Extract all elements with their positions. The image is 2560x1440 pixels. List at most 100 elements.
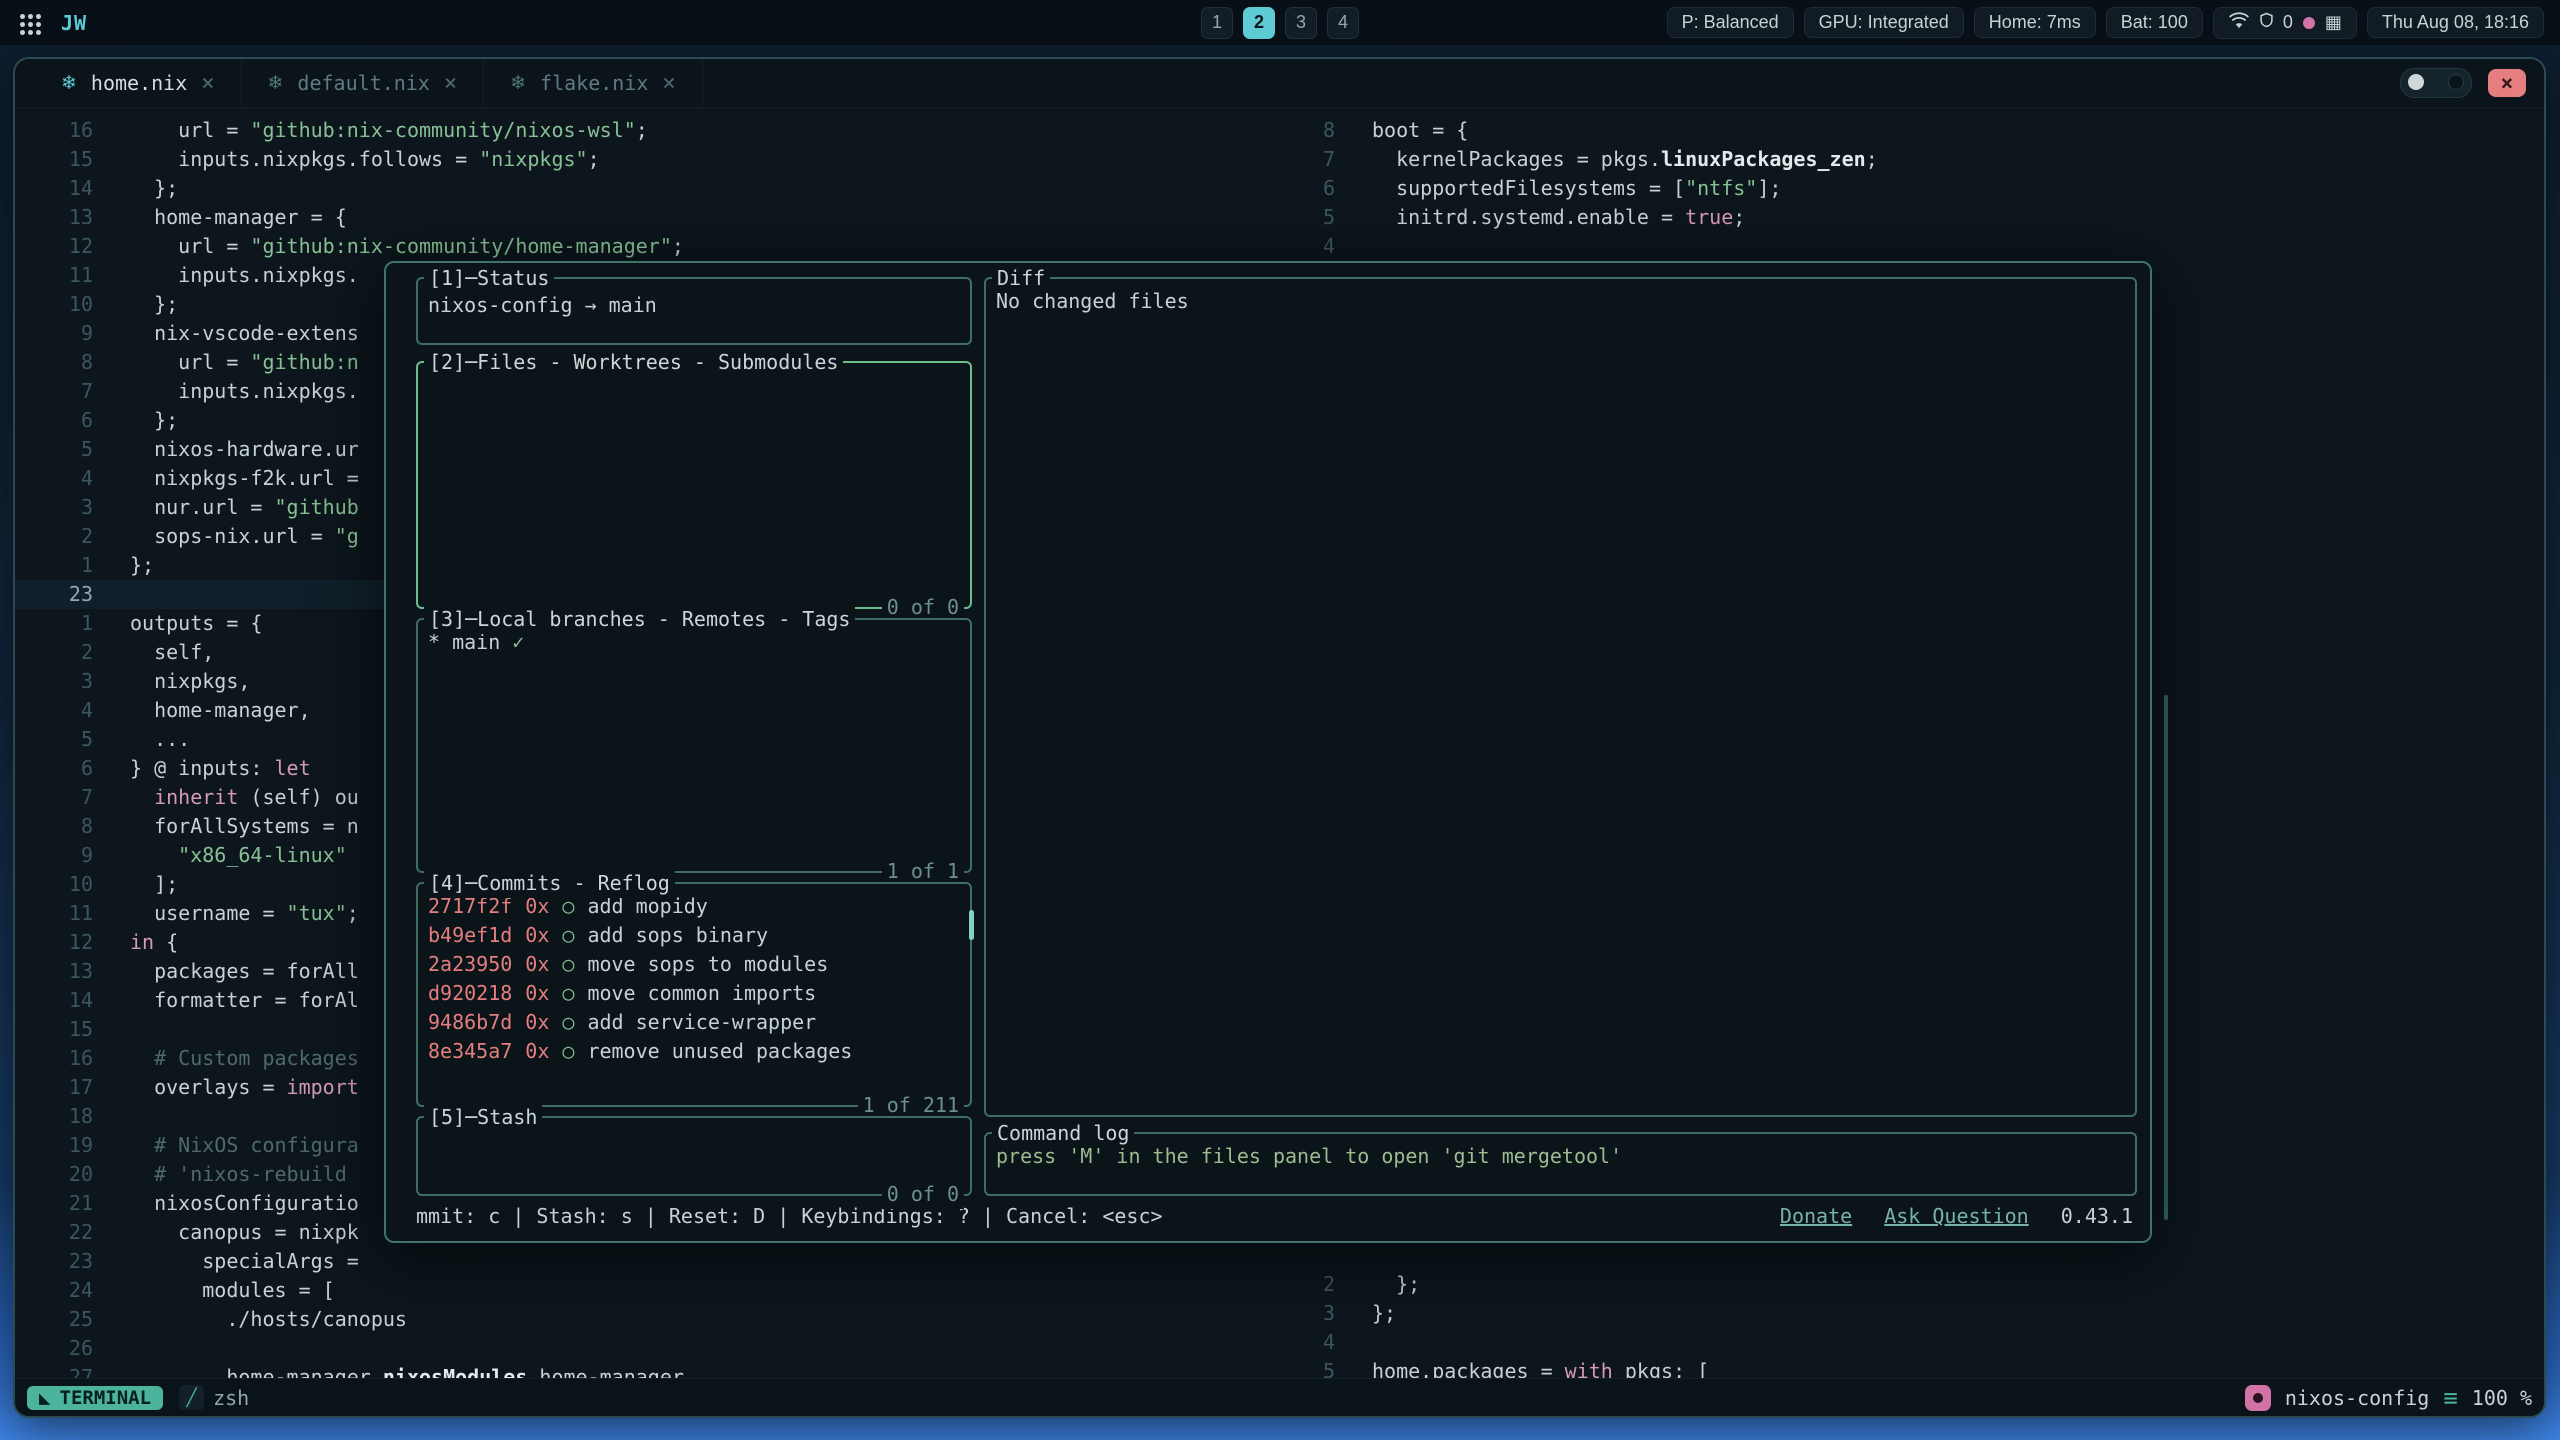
- ask-question-link[interactable]: Ask Question: [1884, 1204, 2029, 1228]
- donate-link[interactable]: Donate: [1780, 1204, 1852, 1228]
- workspace-3[interactable]: 3: [1285, 7, 1317, 39]
- mode-badge: ◣ TERMINAL: [27, 1386, 163, 1410]
- panel-branches-title: [3]─Local branches - Remotes - Tags: [424, 605, 855, 634]
- code-line[interactable]: 8boot = {: [1307, 116, 2544, 145]
- stash-count: 0 of 0: [882, 1180, 964, 1209]
- workspace-2[interactable]: 2: [1243, 7, 1275, 39]
- line-number: 8: [1307, 116, 1345, 145]
- mode-label: TERMINAL: [60, 1387, 152, 1409]
- line-number: 24: [15, 1276, 130, 1305]
- tab-default-nix[interactable]: ❄ default.nix ×: [242, 59, 485, 107]
- panel-diff-title: Diff: [992, 264, 1050, 293]
- lazygit-overlay: [1]─Status nixos-config → main [2]─Files…: [384, 261, 2152, 1243]
- tab-label: default.nix: [297, 71, 429, 95]
- panel-command-log-title: Command log: [992, 1119, 1134, 1148]
- line-number: 8: [15, 348, 130, 377]
- code-line[interactable]: 26: [15, 1334, 1307, 1363]
- line-number: 3: [15, 493, 130, 522]
- panel-commits[interactable]: [4]─Commits - Reflog 2717f2f0x○add mopid…: [416, 882, 972, 1107]
- power-profile[interactable]: P: Balanced: [1667, 7, 1794, 38]
- tab-home-nix[interactable]: ❄ home.nix ×: [35, 59, 242, 107]
- code-line[interactable]: 12 url = "github:nix-community/home-mana…: [15, 232, 1307, 261]
- line-number: 16: [15, 1044, 130, 1073]
- line-number: 13: [15, 957, 130, 986]
- panel-stash[interactable]: [5]─Stash 0 of 0: [416, 1116, 972, 1196]
- line-number: 1: [15, 551, 130, 580]
- line-number: 2: [15, 638, 130, 667]
- line-number: 1: [15, 609, 130, 638]
- toggle-off-dot: [2448, 74, 2464, 90]
- line-number: 6: [1307, 174, 1345, 203]
- panel-diff[interactable]: Diff No changed files: [984, 277, 2137, 1117]
- repo-icon: [2245, 1385, 2271, 1411]
- code-line[interactable]: 16 url = "github:nix-community/nixos-wsl…: [15, 116, 1307, 145]
- apps-grid-icon[interactable]: [20, 14, 25, 19]
- line-number: 11: [15, 261, 130, 290]
- panel-status-title: [1]─Status: [424, 264, 554, 293]
- line-number: [1307, 1241, 1345, 1270]
- commit-row[interactable]: 2a239500x○move sops to modules: [428, 950, 960, 979]
- code-line[interactable]: 15 inputs.nixpkgs.follows = "nixpkgs";: [15, 145, 1307, 174]
- shield-icon: [2260, 12, 2273, 33]
- lazygit-columns: [1]─Status nixos-config → main [2]─Files…: [416, 277, 2137, 1196]
- scroll-percent: 100 %: [2472, 1386, 2532, 1410]
- window-close-button[interactable]: ×: [2488, 69, 2526, 97]
- network-latency[interactable]: Home: 7ms: [1974, 7, 2096, 38]
- line-number: 4: [15, 464, 130, 493]
- commit-row[interactable]: d9202180x○move common imports: [428, 979, 960, 1008]
- code-line[interactable]: 4: [1307, 1328, 2544, 1357]
- window-mode-toggle[interactable]: [2400, 68, 2472, 98]
- tab-close-icon[interactable]: ×: [201, 71, 214, 96]
- tab-bar: ❄ home.nix × ❄ default.nix × ❄ flake.nix…: [15, 59, 2544, 108]
- commit-row[interactable]: 9486b7d0x○add service-wrapper: [428, 1008, 960, 1037]
- line-number: 17: [15, 1073, 130, 1102]
- panel-status[interactable]: [1]─Status nixos-config → main: [416, 277, 972, 345]
- tab-close-icon[interactable]: ×: [662, 71, 675, 96]
- tab-label: flake.nix: [540, 71, 648, 95]
- code-line[interactable]: 23 specialArgs =: [15, 1247, 1307, 1276]
- scrollbar-thumb[interactable]: [2164, 695, 2168, 1220]
- command-log-content: press 'M' in the files panel to open 'gi…: [986, 1134, 2135, 1179]
- shell-indicator: ╱ zsh: [179, 1385, 249, 1410]
- keyboard-grid-icon: ▦: [2325, 12, 2342, 33]
- workspace-4[interactable]: 4: [1327, 7, 1359, 39]
- code-line[interactable]: [1307, 1241, 2544, 1270]
- code-line[interactable]: 7 kernelPackages = pkgs.linuxPackages_ze…: [1307, 145, 2544, 174]
- tab-close-icon[interactable]: ×: [444, 71, 457, 96]
- commits-scrollbar[interactable]: [969, 910, 974, 940]
- line-number: 14: [15, 174, 130, 203]
- code-line[interactable]: 5 initrd.systemd.enable = true;: [1307, 203, 2544, 232]
- tab-flake-nix[interactable]: ❄ flake.nix ×: [484, 59, 703, 107]
- line-number: 26: [15, 1334, 130, 1363]
- system-tray[interactable]: 0 ▦: [2213, 7, 2357, 39]
- workspace-1[interactable]: 1: [1201, 7, 1233, 39]
- line-number: 6: [15, 754, 130, 783]
- code-line[interactable]: 3};: [1307, 1299, 2544, 1328]
- panel-branches[interactable]: [3]─Local branches - Remotes - Tags * ma…: [416, 618, 972, 873]
- battery-status[interactable]: Bat: 100: [2106, 7, 2203, 38]
- panel-files[interactable]: [2]─Files - Worktrees - Submodules 0 of …: [416, 361, 972, 609]
- lazygit-right-column: Diff No changed files Command log press …: [984, 277, 2137, 1196]
- line-number: 7: [1307, 145, 1345, 174]
- nix-snowflake-icon: ❄: [510, 72, 526, 94]
- commit-row[interactable]: b49ef1d0x○add sops binary: [428, 921, 960, 950]
- code-line[interactable]: 2 };: [1307, 1270, 2544, 1299]
- topbar-left: JW: [16, 11, 87, 35]
- lazygit-links: Donate Ask Question 0.43.1: [1760, 1202, 2133, 1231]
- code-line[interactable]: 6 supportedFilesystems = ["ntfs"];: [1307, 174, 2544, 203]
- code-line[interactable]: 24 modules = [: [15, 1276, 1307, 1305]
- gpu-status[interactable]: GPU: Integrated: [1804, 7, 1964, 38]
- line-number: 3: [1307, 1299, 1345, 1328]
- line-number: 7: [15, 377, 130, 406]
- code-line[interactable]: 14 };: [15, 174, 1307, 203]
- code-line[interactable]: 13 home-manager = {: [15, 203, 1307, 232]
- clock[interactable]: Thu Aug 08, 18:16: [2367, 7, 2544, 38]
- code-line[interactable]: 25 ./hosts/canopus: [15, 1305, 1307, 1334]
- diff-content: No changed files: [986, 279, 2135, 324]
- line-number: 7: [15, 783, 130, 812]
- panel-command-log[interactable]: Command log press 'M' in the files panel…: [984, 1132, 2137, 1196]
- logo[interactable]: JW: [61, 11, 87, 35]
- code-line[interactable]: 4: [1307, 232, 2544, 261]
- commit-row[interactable]: 8e345a70x○remove unused packages: [428, 1037, 960, 1066]
- line-number: 4: [15, 696, 130, 725]
